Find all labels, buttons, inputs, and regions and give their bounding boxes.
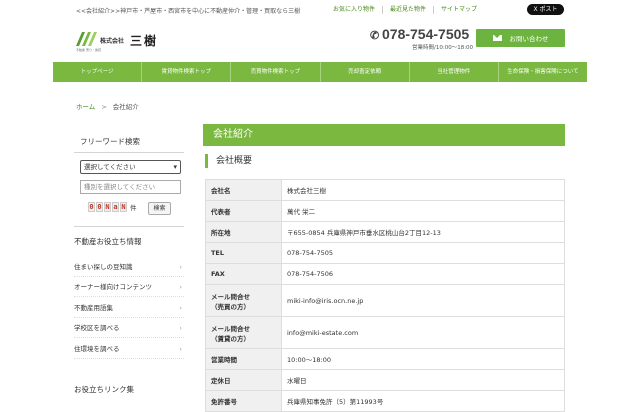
table-row: 営業時間 10:00〜18:00: [205, 348, 565, 370]
counter-digit: 0: [96, 202, 103, 212]
sidebar-link-school-district[interactable]: 学校区を調べる ›: [74, 318, 184, 338]
sidebar-link-label: 学校区を調べる: [74, 324, 120, 332]
recently-viewed-link[interactable]: 最近見た物件: [382, 6, 433, 14]
phone-number[interactable]: ✆ 078-754-7505: [370, 26, 469, 42]
company-info-table: 会社名 株式会社三樹 代表者 萬代 栄二 所在地 〒655-0854 兵庫県神戸市垂水区桃…: [205, 179, 565, 412]
logo-company-type: 株式会社: [100, 38, 125, 45]
chevron-right-icon: ›: [179, 324, 182, 332]
table-row: 代表者 萬代 栄二: [205, 200, 565, 222]
counter-digit: a: [112, 202, 119, 212]
counter-digit: N: [104, 202, 111, 212]
table-row: 会社名 株式会社三樹: [205, 179, 565, 201]
row-value: 株式会社三樹: [281, 179, 565, 201]
table-row: FAX 078-754-7506: [205, 263, 565, 285]
result-counter: 0 0 N a N 件: [88, 202, 137, 212]
nav-rental-search[interactable]: 賃貸物件検索トップ: [142, 62, 232, 82]
table-row: メール問合せ （売買の方） miki-info@iris.ocn.ne.jp: [205, 284, 565, 317]
logo-mark-icon: [76, 32, 97, 46]
favorites-link[interactable]: お気に入り物件: [333, 6, 382, 14]
table-row: TEL 078-754-7505: [205, 242, 565, 264]
freeword-search-title: フリーワード検索: [80, 137, 140, 146]
row-label: メール問合せ （売買の方）: [205, 284, 282, 317]
phone-icon: ✆: [370, 30, 380, 42]
row-value: 兵庫県知事免許（5）第11993号: [281, 390, 565, 412]
nav-managed-properties[interactable]: 当社管理物件: [410, 62, 499, 82]
row-label: 免許番号: [205, 390, 282, 412]
row-label: FAX: [205, 263, 282, 285]
counter-digit: 0: [88, 202, 95, 212]
row-value: miki-info@iris.ocn.ne.jp: [281, 284, 565, 317]
row-value: 水曜日: [281, 369, 565, 391]
nav-insurance[interactable]: 生命保険・損害保険について: [499, 62, 587, 82]
row-label: 定休日: [205, 369, 282, 391]
contact-label: お問い合わせ: [509, 35, 549, 43]
divider: [74, 152, 184, 153]
row-label: TEL: [205, 242, 282, 264]
sitemap-link[interactable]: サイトマップ: [433, 6, 484, 14]
site-tagline: <<会社紹介>>神戸市・芦屋市・西宮市を中心に不動産仲介・管理・買取なら三樹: [76, 8, 301, 15]
row-label: 営業時間: [205, 348, 282, 370]
table-row: 定休日 水曜日: [205, 369, 565, 391]
useful-links-title: お役立ちリンク集: [74, 385, 134, 394]
table-row: メール問合せ （賃貸の方） info@miki-estate.com: [205, 316, 565, 349]
sidebar-link-living-environment[interactable]: 住環境を調べる ›: [74, 339, 184, 359]
nav-top[interactable]: トップページ: [53, 62, 143, 82]
type-input[interactable]: 種別を選択してください: [80, 180, 181, 194]
x-post-button[interactable]: X ポスト: [527, 4, 564, 15]
sidebar-link-label: 不動産用語集: [74, 304, 113, 312]
table-row: 免許番号 兵庫県知事免許（5）第11993号: [205, 390, 565, 412]
counter-digit: N: [120, 202, 127, 212]
breadcrumb-home[interactable]: ホーム: [76, 103, 95, 111]
sidebar-link-label: 住まい探しの豆知識: [74, 263, 133, 271]
row-value: 078-754-7506: [281, 263, 565, 285]
counter-unit: 件: [130, 204, 137, 212]
chevron-right-icon: ›: [179, 304, 182, 312]
chevron-right-icon: ›: [179, 345, 182, 353]
table-row: 所在地 〒655-0854 兵庫県神戸市垂水区桃山台2丁目12-13: [205, 221, 565, 243]
row-value: info@miki-estate.com: [281, 316, 565, 349]
useful-info-title: 不動産お役立ち情報: [74, 237, 142, 246]
phone-text: 078-754-7505: [382, 26, 470, 42]
sidebar-link-house-hunting-tips[interactable]: 住まい探しの豆知識 ›: [74, 257, 184, 277]
mail-icon: [492, 35, 502, 41]
row-value: 萬代 栄二: [281, 200, 565, 222]
sidebar-link-label: オーナー様向けコンテンツ: [74, 283, 152, 291]
top-bar: <<会社紹介>>神戸市・芦屋市・西宮市を中心に不動産仲介・管理・買取なら三樹 お…: [0, 0, 640, 20]
row-label: 所在地: [205, 221, 282, 243]
logo-company-name: 三樹: [130, 34, 159, 48]
logo-subtext: 不動産 売り・賃貸: [76, 48, 101, 52]
nav-sale-search[interactable]: 売買物件検索トップ: [231, 62, 321, 82]
nav-appraisal[interactable]: 売却査定依頼: [321, 62, 410, 82]
sidebar-link-label: 住環境を調べる: [74, 345, 120, 353]
contact-button[interactable]: お問い合わせ: [476, 29, 565, 47]
global-nav: トップページ 賃貸物件検索トップ 売買物件検索トップ 売却査定依頼 当社管理物件…: [53, 62, 587, 82]
row-label: 会社名: [205, 179, 282, 201]
chevron-right-icon: ›: [179, 283, 182, 291]
business-hours: 営業時間/10:00〜18:00: [412, 45, 474, 51]
row-value: 〒655-0854 兵庫県神戸市垂水区桃山台2丁目12-13: [281, 221, 565, 243]
row-value: 10:00〜18:00: [281, 348, 565, 370]
site-logo[interactable]: 不動産 売り・賃貸 株式会社 三樹: [76, 30, 196, 52]
breadcrumb-separator: >: [101, 103, 107, 111]
top-links: お気に入り物件 最近見た物件 サイトマップ: [333, 6, 484, 14]
page-title: 会社紹介: [203, 124, 565, 146]
sidebar-link-glossary[interactable]: 不動産用語集 ›: [74, 298, 184, 318]
search-button[interactable]: 検索: [148, 202, 171, 215]
sidebar-link-owner-content[interactable]: オーナー様向けコンテンツ ›: [74, 277, 184, 297]
row-label: 代表者: [205, 200, 282, 222]
section-title: 会社概要: [205, 154, 252, 168]
chevron-right-icon: ›: [179, 263, 182, 271]
category-select[interactable]: 選択してください: [80, 160, 181, 174]
row-value: 078-754-7505: [281, 242, 565, 264]
breadcrumb-current: 会社紹介: [112, 103, 139, 111]
divider: [74, 226, 184, 227]
breadcrumb: ホーム > 会社紹介: [76, 101, 139, 111]
row-label: メール問合せ （賃貸の方）: [205, 316, 282, 349]
